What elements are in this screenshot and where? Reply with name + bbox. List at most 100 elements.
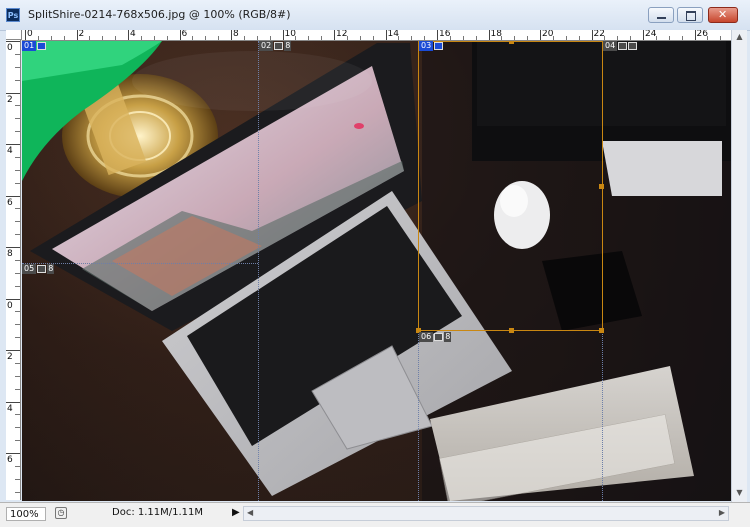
ruler-minor-tick bbox=[565, 36, 567, 40]
vertical-scrollbar[interactable]: ▲ ▼ bbox=[731, 30, 747, 502]
ruler-minor-tick bbox=[707, 36, 709, 40]
ruler-minor-tick bbox=[462, 36, 464, 40]
ruler-minor-tick bbox=[15, 169, 20, 171]
ruler-label: 18 bbox=[490, 30, 502, 39]
maximize-button[interactable] bbox=[677, 7, 703, 23]
ruler-minor-tick bbox=[140, 36, 142, 40]
ruler-minor-tick bbox=[15, 491, 20, 493]
ruler-minor-tick bbox=[720, 36, 722, 40]
ruler-tick bbox=[6, 298, 20, 300]
ruler-label: 14 bbox=[387, 30, 399, 39]
minimize-button[interactable] bbox=[648, 7, 674, 23]
slice-number: 05 bbox=[22, 264, 37, 274]
ruler-tick bbox=[6, 350, 20, 351]
status-info-icon[interactable]: ◷ bbox=[55, 507, 67, 519]
ruler-minor-tick bbox=[527, 36, 529, 40]
selected-slice-box[interactable] bbox=[416, 41, 604, 333]
slice-number: 03 bbox=[419, 41, 434, 51]
ruler-label: 12 bbox=[336, 30, 348, 39]
ruler-minor-tick bbox=[15, 414, 20, 416]
resize-handle[interactable] bbox=[599, 328, 604, 333]
slice-tag[interactable]: 04 bbox=[603, 41, 638, 51]
ruler-label: 8 bbox=[7, 249, 13, 259]
ruler-minor-tick bbox=[50, 36, 52, 40]
horizontal-ruler[interactable]: 0 2 4 6 8 10 12 14 16 18 20 22 24 26 bbox=[22, 30, 731, 41]
ruler-origin[interactable] bbox=[6, 30, 22, 40]
ruler-minor-tick bbox=[15, 79, 20, 81]
resize-handle[interactable] bbox=[599, 184, 604, 189]
status-menu-arrow-icon[interactable]: ▶ bbox=[232, 507, 240, 518]
ruler-minor-tick bbox=[424, 36, 426, 40]
ruler-minor-tick bbox=[411, 36, 413, 40]
ruler-label: 4 bbox=[7, 146, 13, 156]
ruler-minor-tick bbox=[15, 465, 20, 467]
ruler-label: 26 bbox=[696, 30, 708, 39]
scroll-up-arrow-icon[interactable]: ▲ bbox=[734, 32, 745, 42]
ruler-minor-tick bbox=[15, 66, 20, 68]
ruler-minor-tick bbox=[552, 36, 554, 40]
scroll-right-arrow-icon[interactable]: ▶ bbox=[719, 508, 725, 517]
ruler-tick bbox=[591, 30, 593, 40]
vertical-ruler[interactable]: 0 2 4 6 8 0 2 4 6 bbox=[6, 40, 21, 500]
ruler-tick bbox=[282, 30, 284, 40]
scroll-left-arrow-icon[interactable]: ◀ bbox=[247, 508, 253, 517]
ruler-minor-tick bbox=[321, 36, 323, 40]
slice-tag[interactable]: 03 bbox=[419, 41, 444, 51]
zoom-level-field[interactable]: 100% bbox=[6, 507, 46, 521]
ruler-label: 0 bbox=[7, 300, 13, 311]
slice-number: 01 bbox=[22, 41, 37, 51]
image-canvas[interactable]: 01 02 8 03 04 05 8 06 8 bbox=[22, 41, 731, 501]
ruler-minor-tick bbox=[668, 36, 670, 40]
ruler-minor-tick bbox=[475, 36, 477, 40]
ruler-label: 16 bbox=[439, 30, 451, 39]
ruler-tick bbox=[231, 30, 232, 40]
ruler-tick bbox=[6, 41, 20, 42]
ruler-minor-tick bbox=[449, 36, 451, 40]
ruler-tick bbox=[128, 30, 129, 40]
ruler-tick bbox=[179, 30, 181, 40]
ruler-minor-tick bbox=[89, 36, 91, 40]
ruler-label: 8 bbox=[233, 30, 239, 39]
ruler-tick bbox=[385, 30, 387, 40]
ruler-minor-tick bbox=[359, 36, 361, 40]
image-slice-icon bbox=[628, 42, 638, 50]
ruler-tick bbox=[6, 195, 20, 197]
slice-tag[interactable]: 05 8 bbox=[22, 264, 55, 274]
ruler-label: 10 bbox=[284, 30, 296, 39]
slice-tag[interactable]: 01 bbox=[22, 41, 47, 51]
ruler-minor-tick bbox=[192, 36, 194, 40]
ruler-tick bbox=[76, 30, 78, 40]
image-slice-icon bbox=[37, 42, 47, 50]
ruler-minor-tick bbox=[102, 36, 104, 40]
ruler-minor-tick bbox=[514, 36, 516, 40]
horizontal-scrollbar[interactable]: ◀ ▶ bbox=[243, 506, 729, 521]
slice-number: 04 bbox=[603, 41, 618, 51]
ruler-minor-tick bbox=[15, 375, 20, 377]
scroll-down-arrow-icon[interactable]: ▼ bbox=[734, 488, 745, 498]
ruler-minor-tick bbox=[15, 221, 20, 223]
ruler-minor-tick bbox=[15, 259, 20, 261]
ruler-minor-tick bbox=[269, 36, 271, 40]
ruler-minor-tick bbox=[15, 478, 20, 480]
slice-tag[interactable]: 06 8 bbox=[419, 332, 452, 342]
ruler-tick bbox=[6, 401, 20, 403]
ruler-minor-tick bbox=[295, 36, 297, 40]
ruler-minor-tick bbox=[655, 36, 657, 40]
ruler-minor-tick bbox=[15, 53, 20, 55]
ruler-minor-tick bbox=[153, 36, 155, 40]
ruler-minor-tick bbox=[15, 131, 20, 133]
ruler-tick bbox=[694, 30, 696, 40]
slice-guide-horizontal bbox=[22, 263, 258, 264]
document-size-info: Doc: 1.11M/1.11M bbox=[112, 507, 204, 518]
close-button[interactable] bbox=[708, 7, 738, 23]
resize-handle[interactable] bbox=[509, 41, 514, 44]
slice-tag[interactable]: 02 8 bbox=[259, 41, 292, 51]
photo-desk-laptop bbox=[22, 41, 731, 501]
status-bar: 100% ◷ Doc: 1.11M/1.11M ▶ ◀ ▶ bbox=[0, 502, 750, 527]
ruler-label: 0 bbox=[7, 43, 13, 53]
title-bar[interactable]: Ps SplitShire-0214-768x506.jpg @ 100% (R… bbox=[0, 0, 750, 31]
slice-badge: 8 bbox=[47, 264, 55, 274]
resize-handle[interactable] bbox=[509, 328, 514, 333]
ruler-label: 22 bbox=[593, 30, 605, 39]
ruler-label: 2 bbox=[7, 94, 13, 105]
